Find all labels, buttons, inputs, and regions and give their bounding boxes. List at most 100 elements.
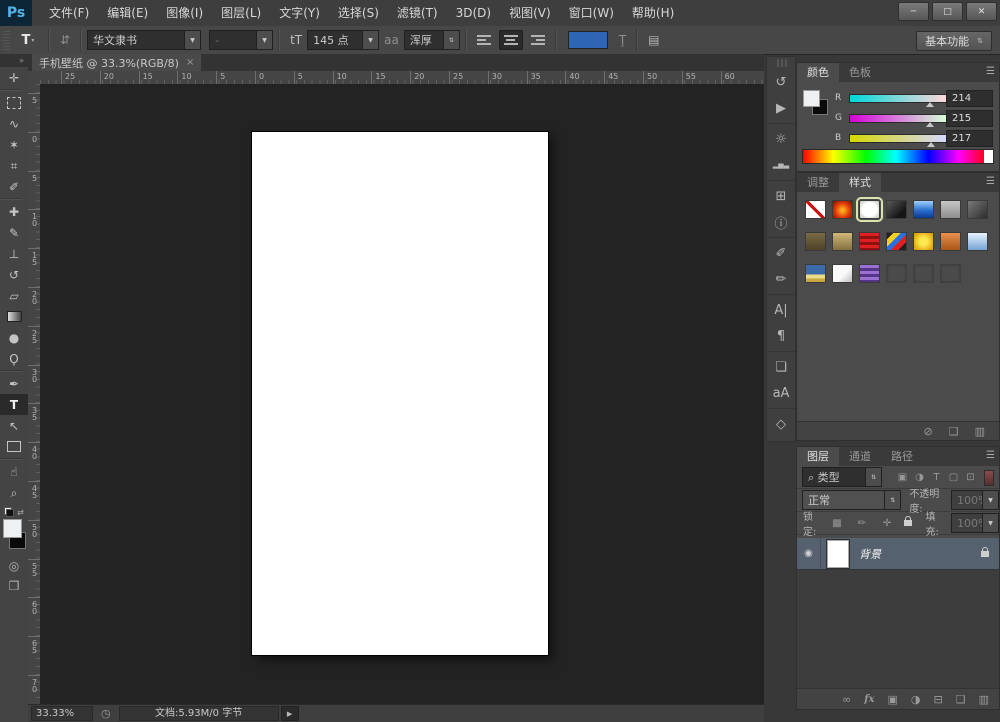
lasso-tool[interactable]: ∿ <box>0 113 28 134</box>
filter-smart-objects-icon[interactable]: ⊡ <box>962 472 979 483</box>
style-white-sparkle[interactable] <box>832 264 853 283</box>
delete-layer-icon[interactable]: ▥ <box>979 693 989 706</box>
zoom-tool[interactable]: ⌕ <box>0 482 28 503</box>
histogram-panel-icon[interactable]: ▂▅▃ <box>767 152 795 178</box>
type-tool[interactable]: T <box>0 394 28 415</box>
foreground-color-swatch[interactable] <box>3 519 22 538</box>
brush-tool[interactable]: ✎ <box>0 222 28 243</box>
panel-menu-icon[interactable]: ☰ <box>986 66 995 77</box>
style-white-rounded[interactable] <box>859 200 880 219</box>
pen-tool[interactable]: ✒ <box>0 373 28 394</box>
status-flyout-button[interactable]: ▶ <box>281 706 299 721</box>
channel-value[interactable]: 215 <box>946 110 993 127</box>
history-panel-icon[interactable]: ↺ <box>767 69 795 95</box>
add-adjustment-layer-icon[interactable]: ◑ <box>911 693 921 706</box>
anti-alias-select[interactable]: 浑厚 ⇅ <box>404 30 460 50</box>
lock-transparent-pixels-icon[interactable]: ▩ <box>829 518 846 529</box>
clone-stamp-tool[interactable]: ⊥ <box>0 243 28 264</box>
font-family-select[interactable]: 华文隶书 ▼ <box>87 30 201 50</box>
blur-tool[interactable]: ● <box>0 327 28 348</box>
brush-presets-panel-icon[interactable]: ✐ <box>767 240 795 266</box>
font-style-select[interactable]: - ▼ <box>209 30 273 50</box>
eyedropper-tool[interactable]: ✐ <box>0 176 28 197</box>
quick-mask-button[interactable]: ◎ <box>2 557 26 575</box>
gradient-tool[interactable] <box>0 306 28 327</box>
slider-thumb-icon[interactable] <box>926 102 934 107</box>
clone-source-panel-icon[interactable]: ⊞ <box>767 183 795 209</box>
add-layer-mask-icon[interactable]: ▣ <box>887 693 897 706</box>
info-panel-icon[interactable]: ⓘ <box>767 209 795 235</box>
panel-menu-icon[interactable]: ☰ <box>986 176 995 187</box>
dodge-tool[interactable]: Ϙ <box>0 348 28 369</box>
style-dark-bevel[interactable] <box>886 200 907 219</box>
style-gray-slate[interactable] <box>967 200 988 219</box>
style-yellow-gel[interactable] <box>913 232 934 251</box>
menu-item-5[interactable]: 文字(Y) <box>270 0 329 26</box>
menu-item-7[interactable]: 滤镜(T) <box>388 0 447 26</box>
rectangle-tool[interactable] <box>0 436 28 457</box>
toggle-panels-icon[interactable]: ▤ <box>648 33 659 47</box>
path-selection-tool[interactable]: ↖ <box>0 415 28 436</box>
style-orange-texture[interactable] <box>940 232 961 251</box>
paragraph-panel-icon[interactable]: ¶ <box>767 323 795 349</box>
lock-position-icon[interactable]: ✛ <box>879 518 896 529</box>
style-empty-slot[interactable] <box>886 264 907 283</box>
default-colors-icon[interactable] <box>4 507 14 517</box>
layer-filtering-toggle[interactable] <box>984 470 994 486</box>
healing-brush-tool[interactable]: ✚ <box>0 201 28 222</box>
filter-shape-layers-icon[interactable]: ▢ <box>945 472 962 483</box>
tab-颜色[interactable]: 颜色 <box>797 63 839 82</box>
opacity-select[interactable]: 100% ▼ <box>951 490 999 510</box>
tab-调整[interactable]: 调整 <box>797 173 839 192</box>
minimize-button[interactable]: ─ <box>898 2 929 21</box>
menu-item-4[interactable]: 图层(L) <box>212 0 270 26</box>
zoom-level-field[interactable]: 33.33% <box>31 706 93 721</box>
layer-thumbnail[interactable] <box>827 540 849 568</box>
warp-text-icon[interactable]: Ţ <box>619 33 626 47</box>
lock-image-pixels-icon[interactable]: ✏ <box>854 518 871 529</box>
filter-type-layers-icon[interactable]: T <box>928 472 945 483</box>
workspace-switcher[interactable]: 基本功能 ⇅ <box>916 31 992 51</box>
style-none[interactable] <box>805 200 826 219</box>
align-left-button[interactable] <box>473 30 497 50</box>
strip-grip[interactable] <box>775 59 787 67</box>
layer-comps-panel-icon[interactable]: ❏ <box>767 354 795 380</box>
tools-collapse-button[interactable]: » <box>0 54 28 67</box>
horizontal-ruler[interactable]: 252015105051015202530354045505560 <box>40 71 764 85</box>
rectangular-marquee-tool[interactable] <box>0 92 28 113</box>
layer-row-background[interactable]: ◉ 背景 <box>797 538 999 570</box>
menu-item-6[interactable]: 选择(S) <box>329 0 388 26</box>
filter-pixel-layers-icon[interactable]: ▣ <box>894 472 911 483</box>
close-tab-icon[interactable]: × <box>186 57 194 68</box>
style-empty-slot[interactable] <box>913 264 934 283</box>
color-spectrum-ramp[interactable] <box>802 149 994 164</box>
layer-style-icon[interactable]: fx <box>864 694 874 705</box>
filter-adjustment-layers-icon[interactable]: ◑ <box>911 472 928 483</box>
slider-thumb-icon[interactable] <box>926 122 934 127</box>
new-group-icon[interactable]: ⊟ <box>934 693 943 706</box>
align-center-button[interactable] <box>499 30 523 50</box>
channel-value[interactable]: 214 <box>946 90 993 107</box>
document-canvas[interactable] <box>252 132 548 655</box>
hand-tool[interactable]: ☝ <box>0 461 28 482</box>
text-orientation-icon[interactable]: ⇵ <box>60 33 70 47</box>
align-right-button[interactable] <box>525 30 549 50</box>
document-tab[interactable]: 手机壁纸 @ 33.3%(RGB/8) × <box>32 54 201 71</box>
options-bar-grip[interactable] <box>3 30 10 50</box>
tab-通道[interactable]: 通道 <box>839 447 881 466</box>
style-horizon[interactable] <box>805 264 826 283</box>
history-brush-tool[interactable]: ↺ <box>0 264 28 285</box>
tab-样式[interactable]: 样式 <box>839 173 881 192</box>
panel-menu-icon[interactable]: ☰ <box>986 450 995 461</box>
move-tool[interactable]: ✛ <box>0 67 28 88</box>
fill-select[interactable]: 100% ▼ <box>951 513 999 533</box>
menu-item-1[interactable]: 文件(F) <box>40 0 98 26</box>
brush-panel-icon[interactable]: ✏ <box>767 266 795 292</box>
new-layer-icon[interactable]: ❑ <box>956 693 966 706</box>
foreground-color-swatch[interactable] <box>803 90 820 107</box>
style-multicolor-zigzag[interactable] <box>886 232 907 251</box>
menu-item-8[interactable]: 3D(D) <box>447 0 500 26</box>
style-orange-glow[interactable] <box>832 200 853 219</box>
character-styles-panel-icon[interactable]: aA <box>767 380 795 406</box>
menu-item-9[interactable]: 视图(V) <box>500 0 560 26</box>
